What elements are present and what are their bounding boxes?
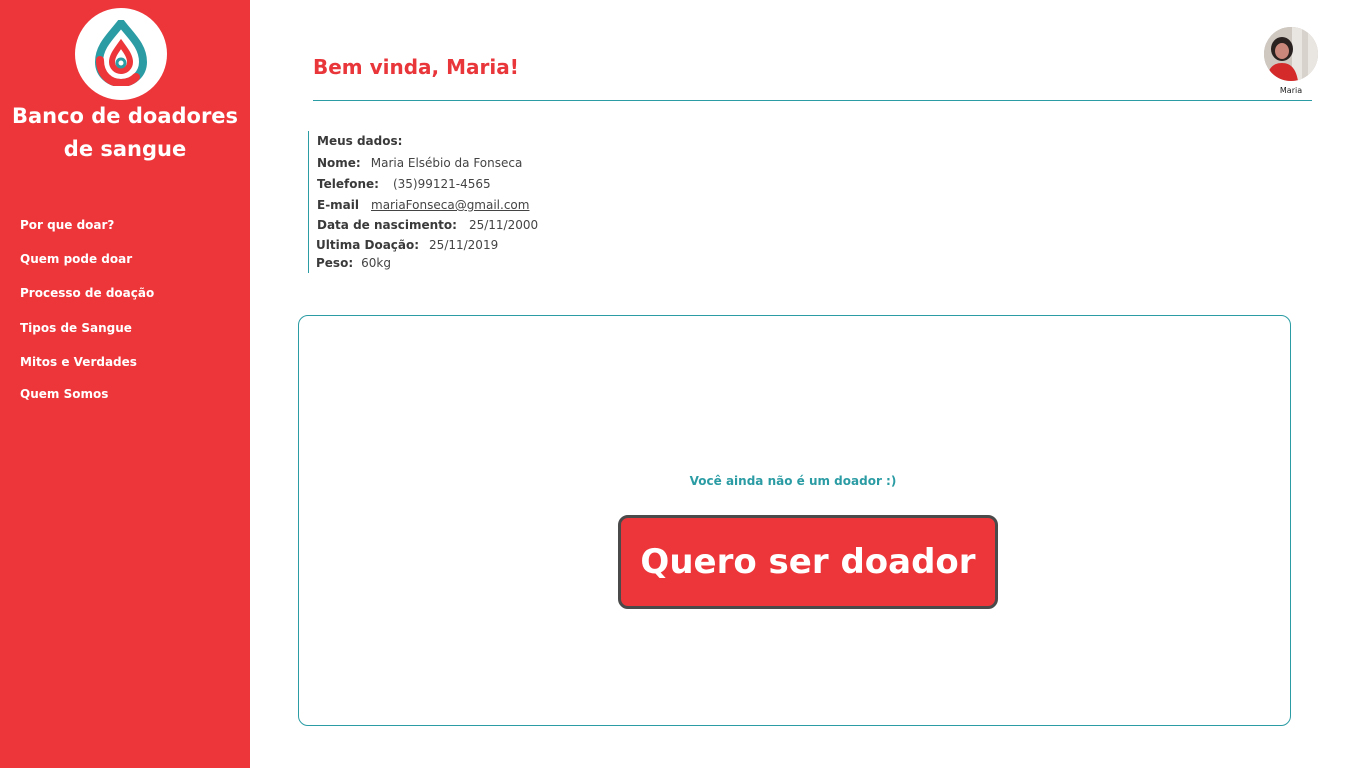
user-photo-icon <box>1264 27 1318 81</box>
header-divider <box>313 100 1312 101</box>
profile-value-phone: (35)99121-4565 <box>392 177 491 191</box>
profile-row-email: E-mail mariaFonseca@gmail.com <box>317 198 529 212</box>
profile-data: Meus dados: Nome: Maria Elsébio da Fonsec… <box>308 131 568 273</box>
profile-label-name: Nome: <box>317 156 361 170</box>
nav-item-por-que-doar[interactable]: Por que doar? <box>20 218 114 232</box>
profile-value-weight: 60kg <box>361 256 391 270</box>
nav-item-tipos-de-sangue[interactable]: Tipos de Sangue <box>20 321 132 335</box>
donor-status-text: Você ainda não é um doador :) <box>689 474 897 488</box>
brand-title-line1: Banco de doadores <box>11 104 239 128</box>
brand-title-line2: de sangue <box>63 137 187 161</box>
profile-title: Meus dados: <box>317 134 403 148</box>
profile-row-name: Nome: Maria Elsébio da Fonseca <box>317 156 522 170</box>
profile-value-birthdate: 25/11/2000 <box>468 218 539 232</box>
profile-value-last-donation: 25/11/2019 <box>429 238 499 252</box>
profile-label-last-donation: Ultima Doação: <box>316 238 420 252</box>
nav-item-quem-somos[interactable]: Quem Somos <box>20 387 108 401</box>
profile-label-email: E-mail <box>317 198 360 212</box>
sidebar: Banco de doadores de sangue Por que doar… <box>0 0 250 768</box>
profile-row-last-donation: Ultima Doação: 25/11/2019 <box>316 238 498 252</box>
nav-item-mitos-e-verdades[interactable]: Mitos e Verdades <box>20 355 137 369</box>
blood-drop-logo-icon <box>94 20 148 86</box>
profile-row-phone: Telefone: (35)99121-4565 <box>317 177 491 191</box>
profile-value-name: Maria Elsébio da Fonseca <box>370 156 523 170</box>
profile-row-weight: Peso: 60kg <box>316 256 391 270</box>
profile-row-birthdate: Data de nascimento: 25/11/2000 <box>317 218 538 232</box>
profile-label-phone: Telefone: <box>317 177 379 191</box>
profile-label-weight: Peso: <box>316 256 354 270</box>
brand-title: Banco de doadores de sangue <box>0 100 250 166</box>
become-donor-button[interactable]: Quero ser doador <box>618 515 998 609</box>
avatar-name: Maria <box>1279 86 1303 95</box>
profile-value-email-link[interactable]: mariaFonseca@gmail.com <box>371 198 529 212</box>
nav-item-processo-de-doacao[interactable]: Processo de doação <box>20 286 154 300</box>
nav-item-quem-pode-doar[interactable]: Quem pode doar <box>20 252 132 266</box>
page-title: Bem vinda, Maria! <box>313 55 519 79</box>
donor-status-card: Você ainda não é um doador :) Quero ser … <box>298 315 1291 726</box>
profile-label-birthdate: Data de nascimento: <box>317 218 457 232</box>
avatar[interactable] <box>1264 27 1318 81</box>
logo[interactable] <box>75 8 167 100</box>
